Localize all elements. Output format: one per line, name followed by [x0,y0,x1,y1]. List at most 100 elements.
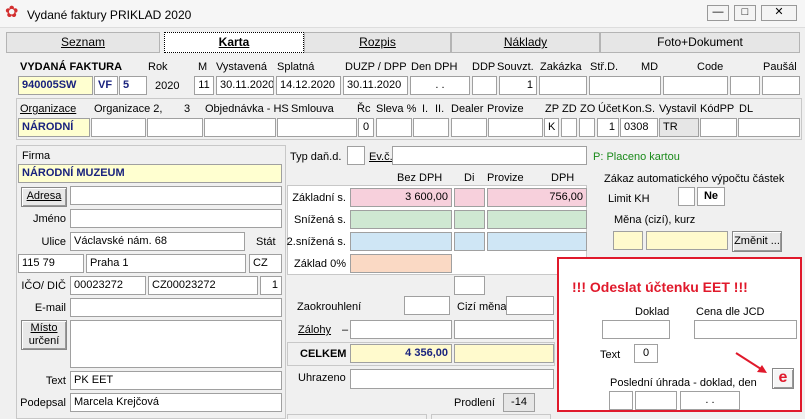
series-number-field[interactable]: 5 [119,76,147,95]
delay-field[interactable]: -14 [503,393,535,412]
zakazka-field[interactable] [539,76,587,95]
sleva-field[interactable] [376,118,412,137]
md-field[interactable] [663,76,728,95]
vystavena-field[interactable]: 30.11.2020 [216,76,274,95]
tab-naklady[interactable]: Náklady [451,32,600,53]
zip-field[interactable]: 115 79 [18,254,84,273]
snizena2-dph-field[interactable] [487,232,587,251]
change-button[interactable]: Změnit ... [732,231,782,252]
jmeno-label: Jméno [32,213,66,225]
pausal-field[interactable] [762,76,800,95]
address-button[interactable]: Adresa [21,187,67,207]
currency-field[interactable] [613,231,643,250]
rounding-field[interactable] [404,296,450,315]
ne-field[interactable]: Ne [697,187,725,206]
name-field[interactable] [70,209,282,228]
zo-label: ZO [580,103,596,115]
dic-field[interactable]: CZ00023272 [148,276,258,295]
snizena2-di-field[interactable] [454,232,485,251]
posledni-label: Poslední úhrada - doklad, den [610,377,757,389]
tab-karta[interactable]: Karta [164,32,304,53]
paid-field[interactable] [350,369,554,389]
zaklad0-di-field[interactable] [454,276,485,295]
organization2-field[interactable] [91,118,146,137]
zakladni-bez-field[interactable]: 3 600,00 [350,188,452,207]
org3-label: 3 [184,103,191,115]
typ-field[interactable] [347,146,365,165]
doklad-field[interactable] [602,320,670,339]
eet-warning: !!! Odeslat účtenku EET !!! [572,279,748,295]
zo-field[interactable] [579,118,595,137]
splatna-label: Splatná [277,61,315,73]
zakladni-dph-field[interactable]: 756,00 [487,188,587,207]
dl-field[interactable] [738,118,800,137]
kodpp-field[interactable] [700,118,737,137]
doklad-label: Doklad [635,306,670,318]
snizena2-bez-field[interactable] [350,232,452,251]
cena-field[interactable] [694,320,797,339]
ev-field[interactable] [392,146,587,165]
foreign-currency-field[interactable] [506,296,554,315]
advance2-field[interactable] [454,320,554,339]
smlouva-field[interactable] [277,118,357,137]
limit-kh-field[interactable] [678,187,695,206]
vystavil-field[interactable]: TR [659,118,699,137]
tab-seznam[interactable]: Seznam [6,32,160,53]
advance-field[interactable] [350,320,452,339]
tab-rozpis[interactable]: Rozpis [304,32,451,53]
strd-field[interactable] [589,76,661,95]
ev-label: Ev.č. [369,151,393,163]
total-field[interactable]: 4 356,00 [350,344,452,363]
email-field[interactable] [70,298,282,317]
objednavka-field[interactable] [204,118,276,137]
splatna-field[interactable]: 14.12.2020 [276,76,341,95]
month-field[interactable]: 11 [194,76,214,95]
i-field[interactable] [413,118,449,137]
maximize-button[interactable]: □ [734,5,756,21]
zaklad0-field[interactable] [350,254,452,273]
eet-text-field[interactable]: 0 [634,344,658,363]
last-payment-a-field[interactable] [609,391,633,410]
eet-send-icon[interactable]: e [772,368,794,389]
duzp-field[interactable]: 30.11.2020 [343,76,408,95]
doc-number-field[interactable]: 940005SW [18,76,93,95]
country-field[interactable]: CZ [249,254,282,273]
snizena-dph-field[interactable] [487,210,587,229]
minimize-button[interactable]: — [707,5,729,21]
company-name-field[interactable]: NÁRODNÍ MUZEUM [18,164,282,183]
city-field[interactable]: Praha 1 [86,254,246,273]
last-payment-b-field[interactable] [635,391,677,410]
snizena-di-field[interactable] [454,210,485,229]
organization-field[interactable]: NÁRODNÍ [18,118,90,137]
delivery-place-field[interactable] [70,320,282,368]
den-dph-field[interactable]: . . [410,76,470,95]
signature-field[interactable]: Marcela Krejčová [70,393,282,412]
total2-field[interactable] [454,344,554,363]
ico-n-field[interactable]: 1 [260,276,282,295]
address-field[interactable] [70,186,282,205]
dealer-label: Dealer [451,103,484,115]
provize-field[interactable] [488,118,543,137]
ddp-field[interactable] [472,76,497,95]
rate-field[interactable] [646,231,728,250]
text-field[interactable]: PK EET [70,371,282,390]
code-field[interactable] [730,76,760,95]
dealer-field[interactable] [451,118,487,137]
ico-field[interactable]: 00023272 [70,276,146,295]
snizena-bez-field[interactable] [350,210,452,229]
souvzt-field[interactable]: 1 [499,76,537,95]
delivery-place-button[interactable]: Místo určení [21,320,67,350]
zakladni-di-field[interactable] [454,188,485,207]
organization3-field[interactable] [147,118,203,137]
zp-field[interactable]: K [544,118,559,137]
series-field[interactable]: VF [94,76,118,95]
zd-field[interactable] [561,118,577,137]
kons-field[interactable]: 0308 [620,118,658,137]
last-payment-date-field[interactable]: . . [680,391,740,410]
ucet-field[interactable]: 1 [597,118,619,137]
close-button[interactable]: ✕ [761,5,797,21]
tab-foto-dokument[interactable]: Foto+Dokument [600,32,800,53]
street-field[interactable]: Václavské nám. 68 [70,232,245,251]
rc-field[interactable]: 0 [358,118,374,137]
rok-label: Rok [148,61,168,73]
